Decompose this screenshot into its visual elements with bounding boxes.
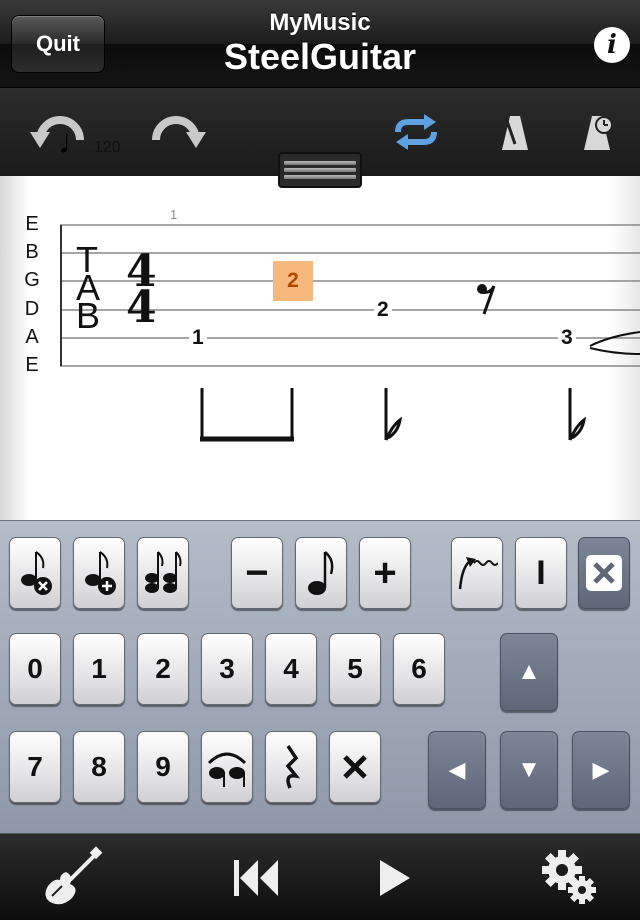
tab-note[interactable]: 3	[558, 327, 576, 349]
redo-icon[interactable]	[146, 110, 208, 158]
digit-5-button[interactable]: 5	[329, 633, 381, 705]
arrow-right-icon: ▶	[592, 757, 610, 782]
guitar-icon[interactable]	[40, 846, 104, 910]
delete-button[interactable]	[578, 537, 630, 609]
digit-8-button[interactable]: 8	[73, 731, 125, 803]
digit-4-button[interactable]: 4	[265, 633, 317, 705]
arrow-up-icon: ▲	[517, 658, 541, 685]
bend-icon	[458, 557, 498, 590]
digit-2-button[interactable]: 2	[137, 633, 189, 705]
drag-handle[interactable]	[278, 152, 362, 188]
rest-button[interactable]	[265, 731, 317, 803]
nav-subtitle: MyMusic	[269, 9, 371, 36]
tab-score[interactable]: 1 E B G D A E T A B 4 4 1 2 2 3	[0, 176, 640, 520]
quarter-note-icon: ♩	[58, 123, 92, 161]
digit-1-button[interactable]: 1	[73, 633, 125, 705]
arrow-down-button[interactable]: ▼	[500, 731, 558, 809]
info-icon: i	[607, 30, 617, 60]
digit-6-button[interactable]: 6	[393, 633, 445, 705]
settings-icon[interactable]	[538, 846, 600, 908]
arrow-down-icon: ▼	[517, 756, 541, 783]
tab-note-selected[interactable]: 2	[273, 261, 313, 301]
info-button[interactable]: i	[594, 27, 630, 63]
nav-bar: Quit MyMusic SteelGuitar i	[0, 0, 640, 88]
add-note-button[interactable]	[73, 537, 125, 609]
add-note-icon	[85, 551, 116, 595]
delete-icon	[586, 555, 622, 591]
delete-note-icon	[21, 551, 52, 595]
tab-note[interactable]: 2	[374, 299, 392, 321]
note-duration-button[interactable]	[295, 537, 347, 609]
digit-9-button[interactable]: 9	[137, 731, 189, 803]
arrow-right-button[interactable]: ▶	[572, 731, 630, 809]
dead-note-icon	[343, 755, 367, 779]
eighth-note-icon	[308, 551, 334, 595]
arrow-up-button[interactable]: ▲	[500, 633, 558, 711]
tab-note[interactable]: 1	[189, 327, 207, 349]
digit-3-button[interactable]: 3	[201, 633, 253, 705]
staff	[60, 224, 640, 442]
arrow-left-button[interactable]: ◀	[428, 731, 486, 809]
chord-icon	[145, 551, 182, 593]
decrease-duration-button[interactable]: −	[231, 537, 283, 609]
tab-clef: TAB	[76, 239, 101, 336]
play-icon[interactable]	[378, 858, 412, 898]
tie-icon	[207, 752, 247, 787]
increase-duration-button[interactable]: +	[359, 537, 411, 609]
delete-note-button[interactable]	[9, 537, 61, 609]
time-signature: 4 4	[126, 246, 157, 333]
rewind-icon[interactable]	[232, 858, 280, 898]
digit-7-button[interactable]: 7	[9, 731, 61, 803]
arrow-left-icon: ◀	[448, 757, 466, 782]
dead-note-button[interactable]	[329, 731, 381, 803]
metronome-icon[interactable]	[500, 114, 530, 152]
rest-icon	[285, 745, 301, 789]
tie-button[interactable]	[201, 731, 253, 803]
digit-0-button[interactable]: 0	[9, 633, 61, 705]
bottom-bar	[0, 833, 640, 920]
tempo-label: ♩ 120	[58, 123, 121, 161]
bend-button[interactable]	[451, 537, 503, 609]
keypad: − + I 0 1 2 3 4 5 6 ▲ 7 8 9 ◀ ▼ ▶	[0, 520, 640, 833]
loop-icon[interactable]	[392, 114, 440, 150]
metronome-timer-icon[interactable]	[584, 114, 616, 152]
chord-button[interactable]	[137, 537, 189, 609]
nav-title: SteelGuitar	[223, 36, 417, 77]
bar-line-button[interactable]: I	[515, 537, 567, 609]
tempo-value: 120	[94, 139, 121, 156]
